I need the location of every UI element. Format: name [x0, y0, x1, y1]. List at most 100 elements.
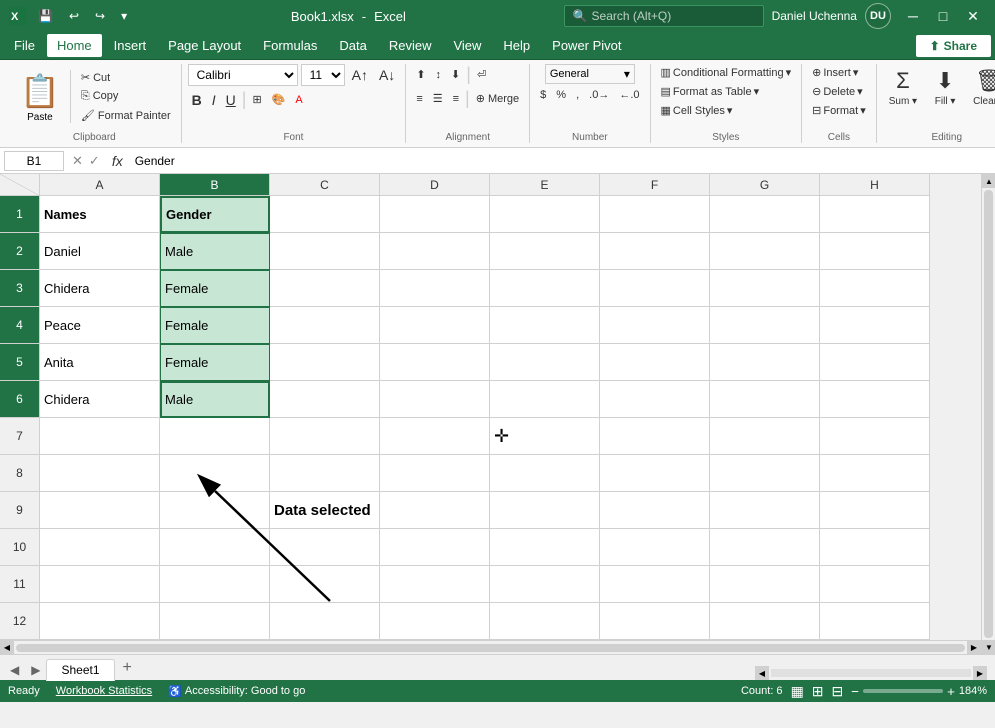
align-middle-button[interactable]: ↕ [432, 67, 446, 83]
cell-A1[interactable]: Names [40, 196, 160, 233]
cell-H7[interactable] [820, 418, 930, 455]
cell-F5[interactable] [600, 344, 710, 381]
insert-dropdown-icon[interactable]: ▾ [853, 66, 859, 79]
user-avatar[interactable]: DU [865, 3, 891, 29]
redo-button[interactable]: ↪ [89, 5, 111, 27]
cell-D8[interactable] [380, 455, 490, 492]
zoom-slider[interactable] [863, 689, 943, 693]
save-button[interactable]: 💾 [32, 5, 59, 27]
cancel-icon[interactable]: ✕ [72, 153, 83, 169]
cell-F2[interactable] [600, 233, 710, 270]
undo-button[interactable]: ↩ [63, 5, 85, 27]
cell-E6[interactable] [490, 381, 600, 418]
confirm-icon[interactable]: ✓ [89, 153, 100, 169]
cell-B10[interactable] [160, 529, 270, 566]
format-cells-button[interactable]: ⊟ Format ▾ [808, 102, 870, 119]
cell-C2[interactable] [270, 233, 380, 270]
cell-D1[interactable] [380, 196, 490, 233]
cell-H12[interactable] [820, 603, 930, 640]
cell-C7[interactable] [270, 418, 380, 455]
cell-C9[interactable]: Data selected [270, 492, 380, 529]
cell-E8[interactable] [490, 455, 600, 492]
fill-button[interactable]: ⬇ Fill ▾ [925, 64, 965, 111]
menu-power-pivot[interactable]: Power Pivot [542, 34, 631, 57]
row-header-11[interactable]: 11 [0, 566, 40, 603]
cell-H8[interactable] [820, 455, 930, 492]
cell-A5[interactable]: Anita [40, 344, 160, 381]
delete-dropdown-icon[interactable]: ▾ [857, 85, 863, 98]
cell-G6[interactable] [710, 381, 820, 418]
cell-B6[interactable]: Male [160, 381, 270, 418]
search-box[interactable]: 🔍 [564, 5, 764, 27]
cell-G12[interactable] [710, 603, 820, 640]
cell-B5[interactable]: Female [160, 344, 270, 381]
align-top-button[interactable]: ⬆ [412, 66, 429, 83]
cell-ref-input[interactable] [4, 151, 64, 171]
cell-E4[interactable] [490, 307, 600, 344]
col-header-E[interactable]: E [490, 174, 600, 196]
cell-C12[interactable] [270, 603, 380, 640]
cell-F8[interactable] [600, 455, 710, 492]
cell-H5[interactable] [820, 344, 930, 381]
minimize-button[interactable]: ─ [899, 2, 927, 30]
copy-button[interactable]: ⎘ Copy [77, 88, 175, 105]
cell-A10[interactable] [40, 529, 160, 566]
cell-H10[interactable] [820, 529, 930, 566]
cell-B9[interactable] [160, 492, 270, 529]
increase-font-button[interactable]: A↑ [348, 65, 372, 85]
cell-B12[interactable] [160, 603, 270, 640]
cell-D7[interactable] [380, 418, 490, 455]
menu-view[interactable]: View [443, 34, 491, 57]
cell-A7[interactable] [40, 418, 160, 455]
cell-G11[interactable] [710, 566, 820, 603]
cell-B3[interactable]: Female [160, 270, 270, 307]
row-header-5[interactable]: 5 [0, 344, 40, 381]
vertical-scrollbar[interactable]: ▲ ▼ [981, 174, 995, 654]
zoom-level[interactable]: 184% [959, 685, 987, 697]
track-left[interactable]: ◀ [755, 666, 769, 680]
cell-C3[interactable] [270, 270, 380, 307]
row-header-9[interactable]: 9 [0, 492, 40, 529]
menu-data[interactable]: Data [329, 34, 376, 57]
cell-F9[interactable] [600, 492, 710, 529]
decrease-font-button[interactable]: A↓ [375, 65, 399, 85]
wrap-text-button[interactable]: ⏎ [473, 66, 490, 83]
cell-F3[interactable] [600, 270, 710, 307]
cell-H6[interactable] [820, 381, 930, 418]
cell-G7[interactable] [710, 418, 820, 455]
cell-E1[interactable] [490, 196, 600, 233]
track-right[interactable]: ▶ [973, 666, 987, 680]
decrease-decimal-button[interactable]: ←.0 [615, 87, 643, 103]
cut-button[interactable]: ✂ Cut [77, 69, 175, 86]
page-break-view-button[interactable]: ⊟ [832, 683, 844, 700]
cell-E5[interactable] [490, 344, 600, 381]
menu-review[interactable]: Review [379, 34, 442, 57]
cell-D12[interactable] [380, 603, 490, 640]
col-header-F[interactable]: F [600, 174, 710, 196]
cell-A8[interactable] [40, 455, 160, 492]
close-button[interactable]: ✕ [959, 2, 987, 30]
paste-button[interactable]: 📋 [14, 70, 66, 112]
row-header-4[interactable]: 4 [0, 307, 40, 344]
row-header-2[interactable]: 2 [0, 233, 40, 270]
zoom-out-button[interactable]: − [851, 684, 859, 699]
cell-F7[interactable] [600, 418, 710, 455]
cell-C4[interactable] [270, 307, 380, 344]
cell-F4[interactable] [600, 307, 710, 344]
cell-H11[interactable] [820, 566, 930, 603]
row-header-1[interactable]: 1 [0, 196, 40, 233]
format-painter-button[interactable]: 🖌 Format Painter [77, 107, 175, 124]
col-header-C[interactable]: C [270, 174, 380, 196]
formula-input[interactable] [131, 154, 991, 168]
scroll-left-button[interactable]: ◀ [0, 641, 14, 655]
scroll-sheets-left[interactable]: ◀ [4, 660, 25, 680]
cell-A11[interactable] [40, 566, 160, 603]
currency-button[interactable]: $ [536, 87, 550, 103]
format-as-table-button[interactable]: ▤ Format as Table ▾ [657, 83, 796, 100]
cell-E7[interactable]: ✛ [490, 418, 600, 455]
sum-button[interactable]: Σ Sum ▾ [883, 64, 923, 111]
cell-H9[interactable] [820, 492, 930, 529]
cell-F6[interactable] [600, 381, 710, 418]
cell-B4[interactable]: Female [160, 307, 270, 344]
col-header-G[interactable]: G [710, 174, 820, 196]
